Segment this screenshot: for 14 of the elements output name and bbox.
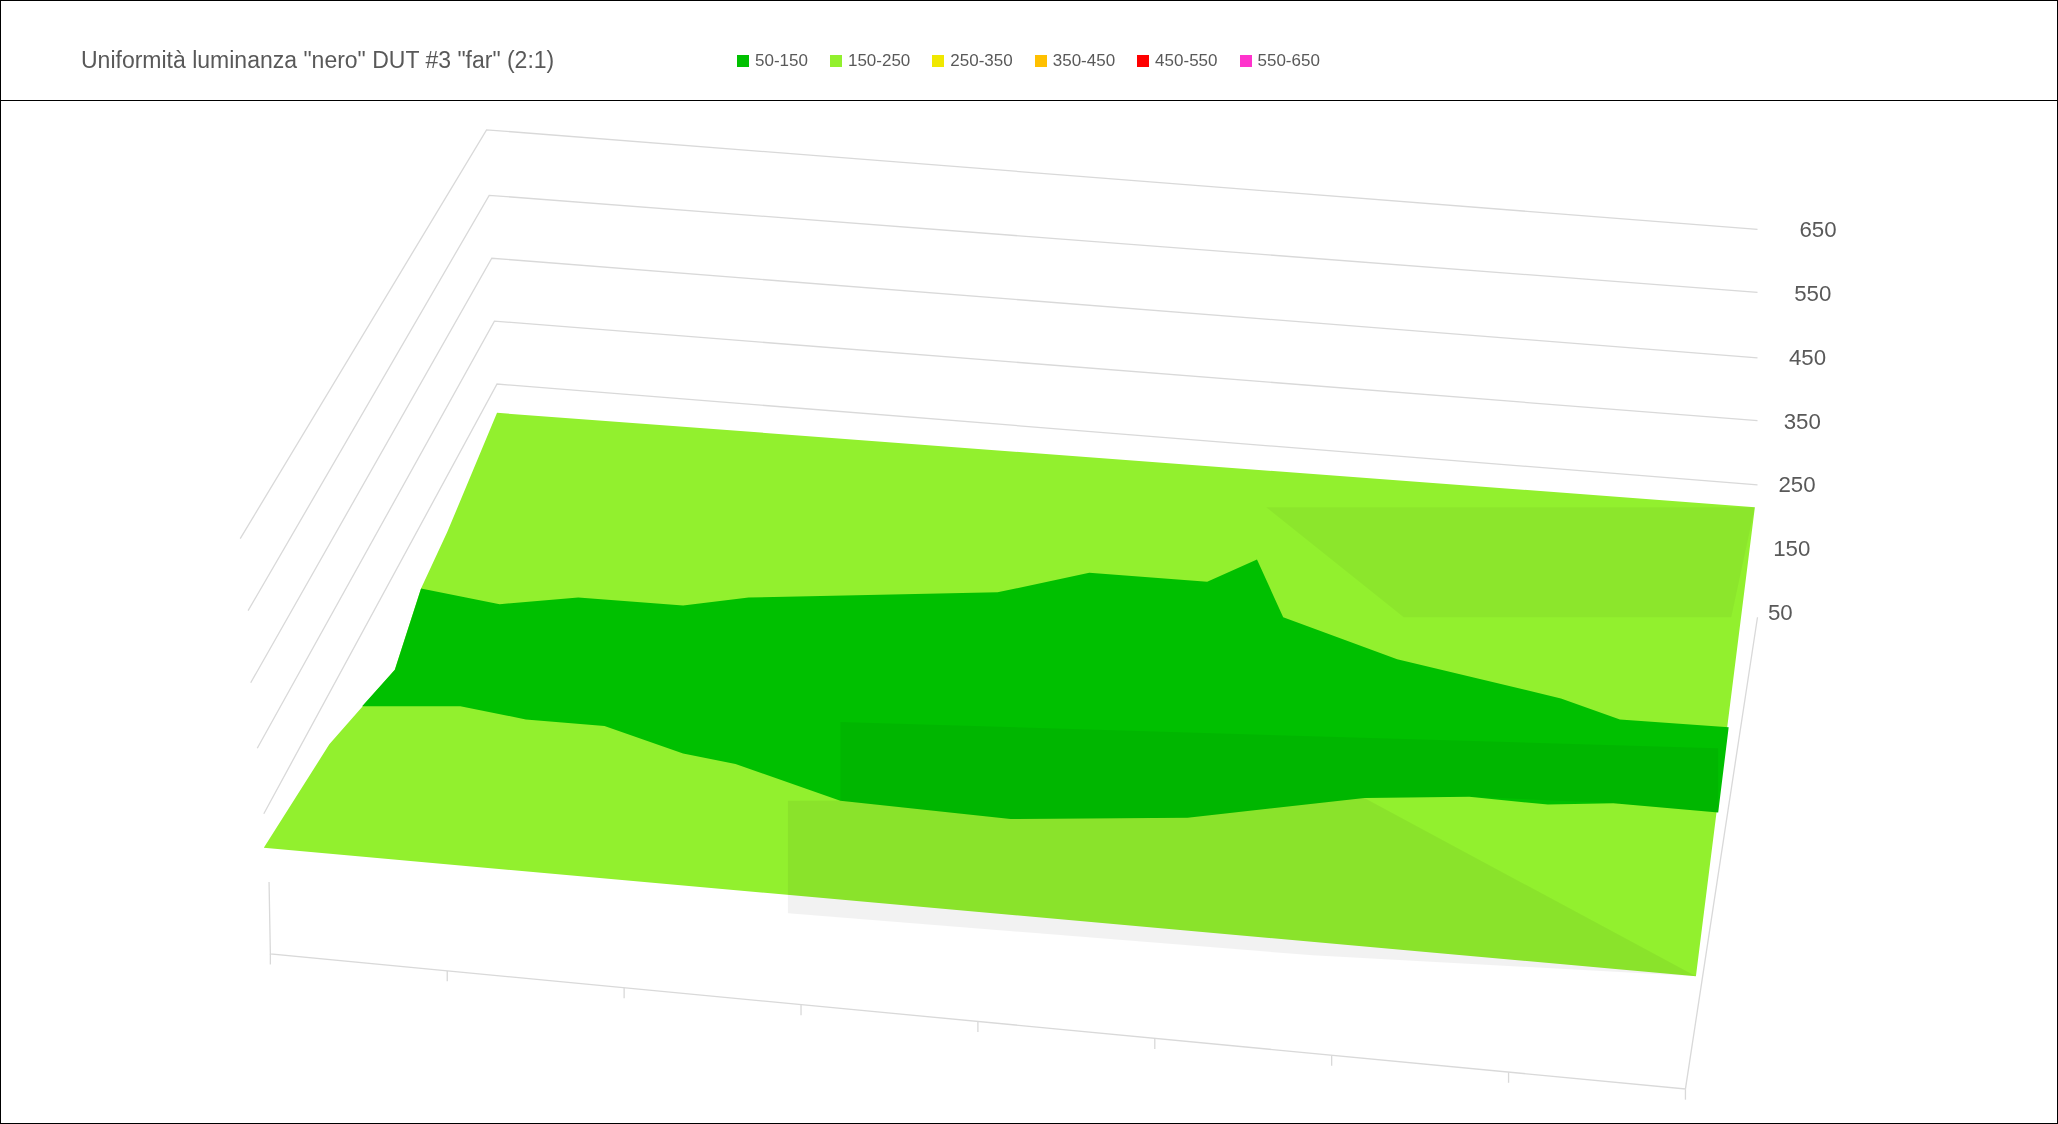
axis-label: 150: [1773, 536, 1811, 562]
axis-label: 50: [1768, 600, 1793, 626]
axis-label: 350: [1783, 408, 1821, 434]
legend-label: 450-550: [1155, 49, 1218, 72]
axis-label: 450: [1788, 344, 1827, 370]
legend-label: 250-350: [950, 49, 1013, 72]
legend-label: 150-250: [847, 49, 911, 72]
axis-label: 250: [1778, 472, 1816, 498]
axis-label: 550: [1794, 281, 1832, 307]
chart-title: Uniformità luminanza "nero" DUT #3 "far" (2:1): [81, 46, 556, 76]
axis-label: 650: [1799, 217, 1837, 243]
legend-label: 50-150: [755, 49, 808, 72]
legend-label: 350-450: [1052, 49, 1116, 72]
legend-label: 550-650: [1257, 49, 1320, 72]
